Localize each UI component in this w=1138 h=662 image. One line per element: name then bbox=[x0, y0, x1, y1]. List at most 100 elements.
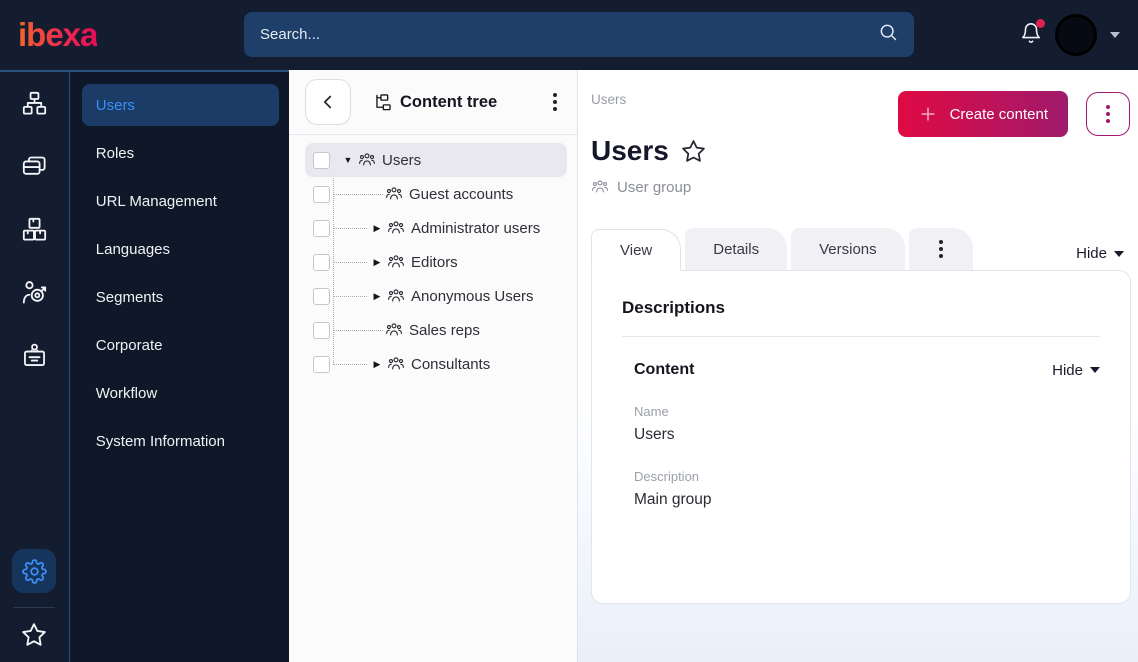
user-avatar[interactable] bbox=[1058, 17, 1094, 53]
hide-section-toggle[interactable]: Hide bbox=[1052, 362, 1100, 379]
sidebar-item-url-management[interactable]: URL Management bbox=[82, 180, 279, 222]
expand-caret-icon[interactable]: ▶ bbox=[369, 291, 385, 302]
tab-view[interactable]: View bbox=[591, 229, 682, 271]
tab-versions[interactable]: Versions bbox=[791, 228, 905, 270]
plus-icon bbox=[918, 104, 938, 124]
tree-item-label: Sales reps bbox=[409, 321, 480, 339]
sidebar-item-corporate[interactable]: Corporate bbox=[82, 324, 279, 366]
sidebar-item-label: Languages bbox=[95, 240, 171, 258]
checkbox[interactable] bbox=[313, 253, 330, 271]
customer-segments-icon[interactable] bbox=[21, 279, 48, 306]
tab-details[interactable]: Details bbox=[685, 228, 788, 270]
user-group-icon bbox=[591, 178, 609, 196]
content-type-label: User group bbox=[617, 178, 692, 196]
descriptions-heading: Descriptions bbox=[622, 298, 1100, 337]
tree-item-anonymous-users[interactable]: ▶ Anonymous Users bbox=[305, 279, 567, 313]
tree-item-label: Editors bbox=[411, 253, 458, 271]
user-group-icon bbox=[385, 185, 403, 203]
collapse-tree-button[interactable] bbox=[305, 79, 351, 125]
content-tree-panel: Content tree ▼ Users Guest accounts ▶ Ad… bbox=[289, 70, 578, 662]
tree-item-editors[interactable]: ▶ Editors bbox=[305, 245, 567, 279]
user-group-icon bbox=[387, 253, 405, 271]
caret-down-icon bbox=[1114, 250, 1124, 257]
top-bar: ibexa bbox=[0, 0, 1138, 70]
expand-caret-icon[interactable]: ▶ bbox=[369, 257, 385, 268]
expand-caret-icon[interactable]: ▼ bbox=[340, 155, 356, 165]
user-group-icon bbox=[387, 287, 405, 305]
tree-connector bbox=[333, 329, 383, 331]
sidebar-item-label: URL Management bbox=[95, 192, 217, 210]
settings-button[interactable] bbox=[12, 549, 57, 593]
tree-item-users[interactable]: ▼ Users bbox=[305, 143, 567, 177]
sidebar-item-languages[interactable]: Languages bbox=[82, 228, 279, 270]
content-type: User group bbox=[591, 178, 1138, 196]
hide-tabs-toggle[interactable]: Hide bbox=[1076, 245, 1124, 270]
sidebar-item-workflow[interactable]: Workflow bbox=[82, 372, 279, 414]
sidebar-item-system-information[interactable]: System Information bbox=[82, 420, 279, 462]
content-tree-title: Content tree bbox=[373, 93, 497, 112]
sidebar-item-users[interactable]: Users bbox=[81, 84, 279, 126]
checkbox[interactable] bbox=[313, 287, 330, 305]
rail-divider bbox=[13, 607, 56, 608]
expand-caret-icon[interactable]: ▶ bbox=[369, 223, 385, 234]
user-group-icon bbox=[385, 321, 403, 339]
tree-item-consultants[interactable]: ▶ Consultants bbox=[305, 347, 567, 381]
checkbox[interactable] bbox=[313, 219, 330, 237]
notifications-button[interactable] bbox=[1020, 18, 1045, 49]
tree-connector bbox=[333, 295, 367, 297]
sidebar-item-label: Corporate bbox=[95, 336, 163, 354]
create-content-button[interactable]: Create content bbox=[897, 91, 1068, 137]
kebab-icon bbox=[1106, 105, 1110, 123]
search-icon[interactable] bbox=[878, 22, 898, 47]
chevron-left-icon bbox=[323, 95, 332, 109]
global-search[interactable] bbox=[244, 12, 914, 57]
tree-item-label: Users bbox=[382, 151, 422, 169]
tree-connector bbox=[333, 227, 367, 229]
corporate-account-icon[interactable] bbox=[21, 342, 48, 369]
expand-caret-icon[interactable]: ▶ bbox=[369, 359, 385, 370]
tree-item-label: Guest accounts bbox=[409, 185, 514, 203]
main-content: Users Create content Users User group Vi… bbox=[578, 70, 1138, 662]
user-menu-caret-icon[interactable] bbox=[1110, 32, 1120, 38]
field-label-name: Name bbox=[634, 404, 669, 419]
admin-menu: Users Roles URL Management Languages Seg… bbox=[69, 70, 289, 662]
tree-connector bbox=[333, 193, 383, 195]
checkbox[interactable] bbox=[313, 321, 330, 339]
sidebar-item-label: Users bbox=[95, 96, 135, 114]
tree-item-sales-reps[interactable]: Sales reps bbox=[305, 313, 567, 347]
search-input[interactable] bbox=[260, 26, 878, 43]
content-structure-icon[interactable] bbox=[21, 90, 48, 117]
content-tree-icon bbox=[376, 93, 391, 110]
user-group-icon bbox=[387, 219, 405, 237]
sidebar-item-roles[interactable]: Roles bbox=[82, 132, 279, 174]
checkbox[interactable] bbox=[313, 151, 330, 169]
notification-dot bbox=[1036, 18, 1045, 28]
page-options-button[interactable] bbox=[1086, 92, 1130, 136]
tree-item-label: Administrator users bbox=[411, 219, 541, 237]
tab-more-button[interactable] bbox=[908, 228, 973, 270]
tab-bar: View Details Versions Hide bbox=[591, 228, 1138, 271]
checkbox[interactable] bbox=[313, 355, 330, 373]
favorite-star-icon[interactable] bbox=[681, 139, 706, 164]
sidebar-item-segments[interactable]: Segments bbox=[82, 276, 279, 318]
sidebar-item-label: System Information bbox=[95, 432, 225, 450]
tree-item-guest-accounts[interactable]: Guest accounts bbox=[305, 177, 567, 211]
tree-item-label: Anonymous Users bbox=[411, 287, 534, 305]
field-value-name: Users bbox=[634, 426, 675, 443]
tree-item-label: Consultants bbox=[411, 355, 491, 373]
sidebar-item-label: Workflow bbox=[95, 384, 158, 402]
sidebar-item-label: Segments bbox=[95, 288, 164, 306]
content-tree-list: ▼ Users Guest accounts ▶ Administrator u… bbox=[289, 135, 577, 381]
tree-options-button[interactable] bbox=[549, 89, 561, 115]
user-group-icon bbox=[387, 355, 405, 373]
content-section-heading: Content bbox=[634, 361, 695, 378]
admin-pages-icon[interactable] bbox=[21, 153, 48, 180]
star-icon bbox=[22, 623, 47, 646]
user-group-icon bbox=[358, 151, 376, 169]
bookmarks-button[interactable] bbox=[21, 622, 47, 648]
tree-connector bbox=[333, 261, 367, 263]
tree-item-administrator-users[interactable]: ▶ Administrator users bbox=[305, 211, 567, 245]
checkbox[interactable] bbox=[313, 185, 330, 203]
ibexa-logo: ibexa bbox=[18, 16, 98, 53]
product-catalog-icon[interactable] bbox=[21, 216, 48, 243]
